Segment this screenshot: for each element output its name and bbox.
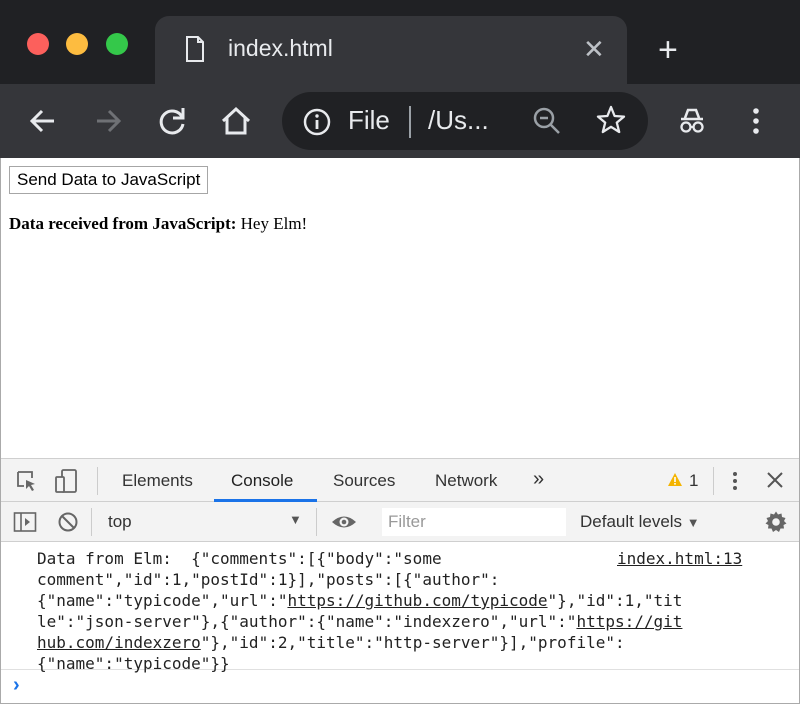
tab-elements[interactable]: Elements (122, 471, 193, 491)
received-label: Data received from JavaScript: (9, 214, 237, 233)
close-window-button[interactable] (27, 33, 49, 55)
github-indexzero-link[interactable]: hub.com/indexzero (37, 633, 201, 652)
message-line: Data from Elm: {"comments":[{"body":"som… (37, 549, 442, 568)
scheme-label: File (348, 105, 390, 135)
page-content: Send Data to JavaScript Data received fr… (0, 158, 800, 458)
console-message: Data from Elm: {"comments":[{"body":"som… (1, 542, 799, 673)
devtools-menu-icon[interactable] (725, 470, 745, 497)
message-line: le":"json-server"},{"author":{"name":"in… (37, 612, 577, 631)
context-selector[interactable]: top (108, 512, 132, 532)
star-icon[interactable] (595, 104, 627, 141)
close-tab-icon[interactable]: ✕ (583, 36, 605, 62)
back-icon[interactable] (24, 102, 62, 140)
divider (97, 467, 98, 495)
show-sidebar-icon[interactable] (13, 511, 37, 538)
tab-title: index.html (228, 35, 333, 61)
home-icon[interactable] (217, 102, 255, 140)
received-data-text: Data received from JavaScript: Hey Elm! (9, 214, 307, 234)
live-expression-eye-icon[interactable] (331, 511, 357, 538)
device-toolbar-icon[interactable] (54, 468, 80, 499)
tab-strip: index.html ✕ + (0, 0, 800, 84)
info-icon[interactable] (302, 107, 332, 142)
menu-icon[interactable] (737, 102, 775, 140)
message-line: {"name":"typicode"}} (37, 654, 230, 673)
document-icon (185, 36, 205, 67)
zoom-icon[interactable] (532, 106, 562, 141)
tab-console[interactable]: Console (231, 471, 293, 491)
send-data-button[interactable]: Send Data to JavaScript (9, 166, 209, 194)
github-typicode-link[interactable]: https://github.com/typicode (287, 591, 547, 610)
divider (91, 508, 92, 536)
new-tab-icon[interactable]: + (658, 33, 678, 67)
warning-count[interactable]: 1 (689, 471, 698, 491)
more-tabs-icon[interactable]: » (533, 468, 544, 491)
console-filter-bar: top ▼ Default levels ▼ (1, 502, 799, 542)
forward-icon[interactable] (89, 102, 127, 140)
log-levels-label: Default levels (580, 512, 683, 531)
tab-sources[interactable]: Sources (333, 471, 395, 491)
gear-icon[interactable] (764, 510, 788, 539)
devtools-panel: Elements Console Sources Network » 1 top… (0, 458, 800, 704)
omnibox-divider (409, 106, 411, 138)
browser-tab[interactable]: index.html ✕ (155, 16, 627, 84)
browser-toolbar: File /Us... (0, 84, 800, 158)
received-value: Hey Elm! (236, 214, 308, 233)
chevron-down-icon: ▼ (686, 515, 700, 530)
log-levels-dropdown[interactable]: Default levels ▼ (580, 512, 700, 532)
maximize-window-button[interactable] (106, 33, 128, 55)
message-line: "},"id":2,"title":"http-server"}],"profi… (200, 633, 625, 652)
console-filter-input[interactable] (382, 508, 566, 536)
console-prompt-icon[interactable]: › (13, 674, 20, 697)
incognito-icon[interactable] (673, 102, 711, 140)
close-devtools-icon[interactable] (766, 471, 784, 494)
divider (316, 508, 317, 536)
url-text[interactable]: /Us... (428, 105, 489, 136)
message-source-link[interactable]: index.html:13 (617, 548, 742, 569)
message-line: "},"id":1,"tit (547, 591, 683, 610)
inspect-element-icon[interactable] (15, 469, 39, 498)
devtools-tab-bar: Elements Console Sources Network » 1 (1, 458, 799, 502)
clear-console-icon[interactable] (57, 511, 79, 538)
warning-icon[interactable] (667, 472, 683, 492)
message-line: comment","id":1,"postId":1}],"posts":[{"… (37, 570, 500, 589)
address-bar[interactable]: File /Us... (282, 92, 648, 150)
chevron-down-icon[interactable]: ▼ (289, 512, 302, 527)
reload-icon[interactable] (153, 102, 191, 140)
message-line: {"name":"typicode","url":" (37, 591, 288, 610)
divider (713, 467, 714, 495)
github-indexzero-link[interactable]: https://git (576, 612, 682, 631)
minimize-window-button[interactable] (66, 33, 88, 55)
tab-network[interactable]: Network (435, 471, 497, 491)
